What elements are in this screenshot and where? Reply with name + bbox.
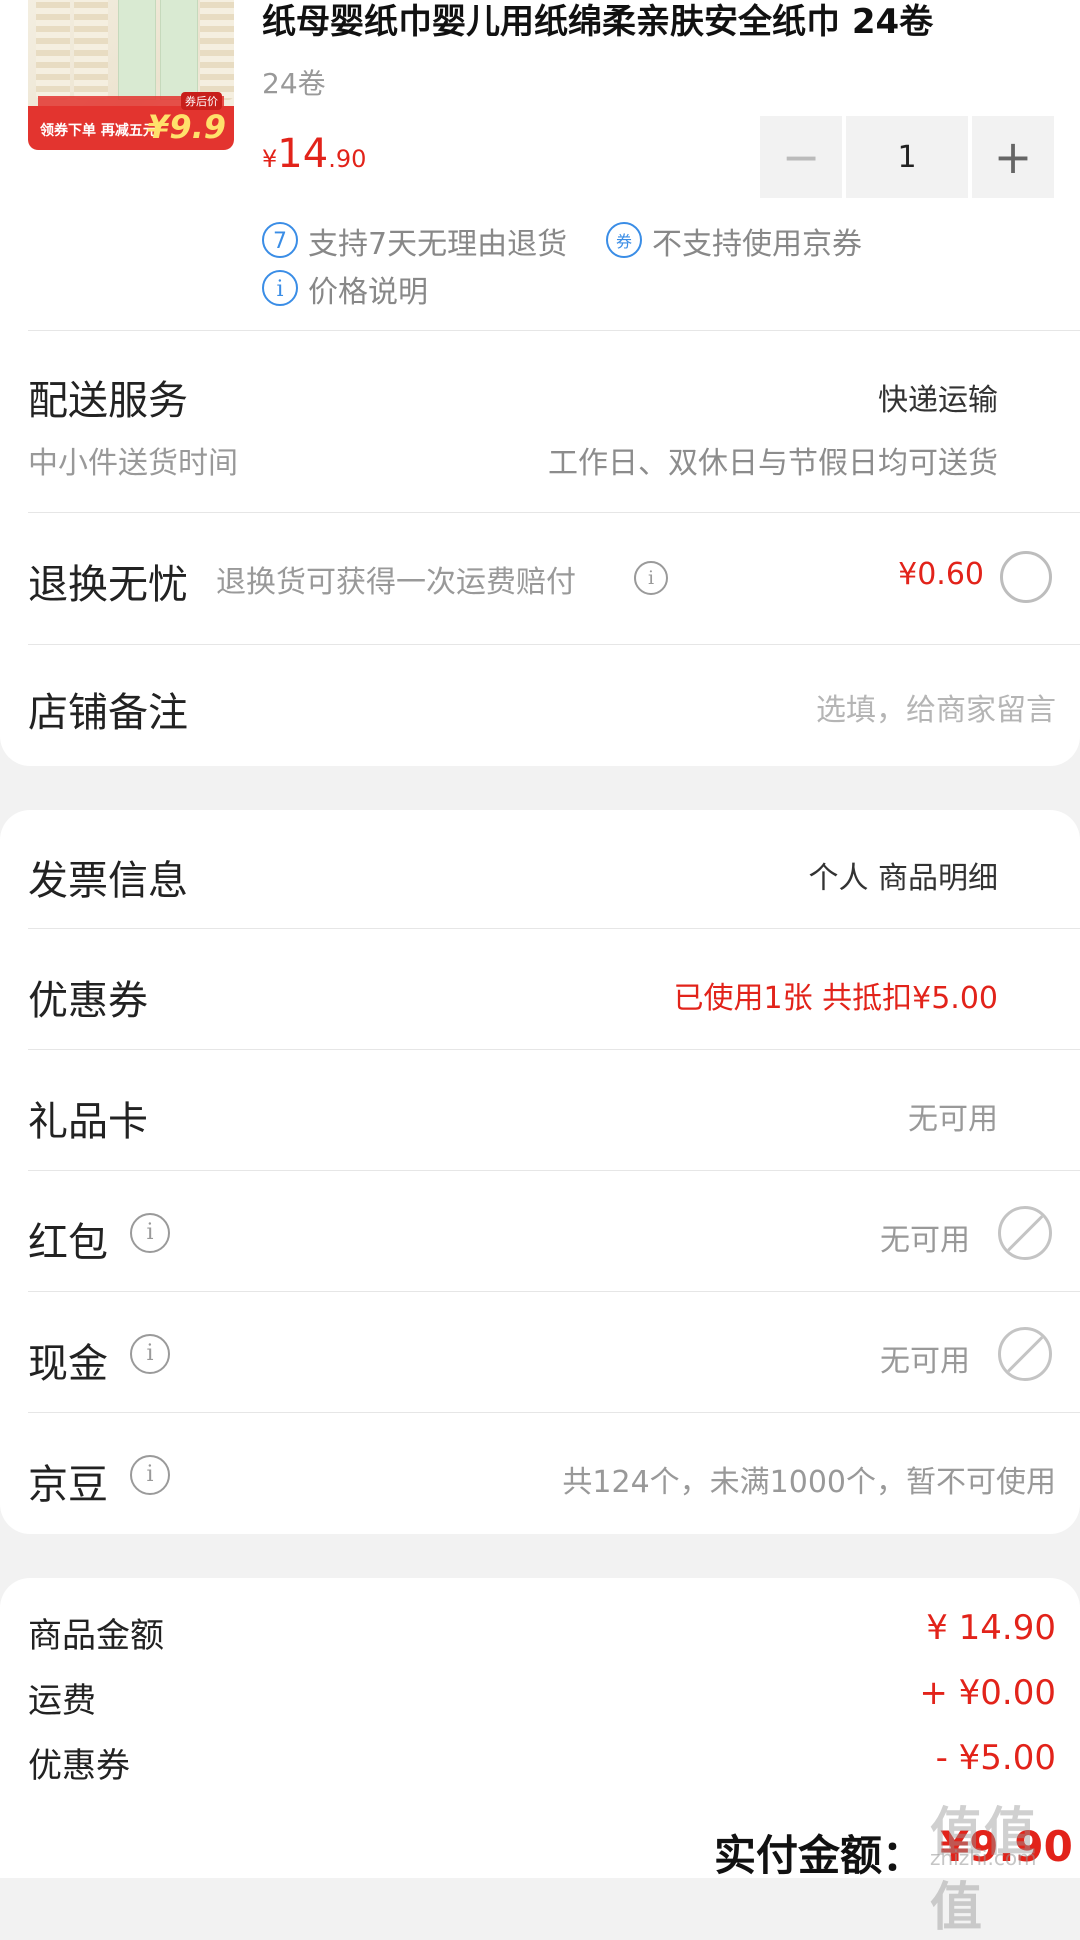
price-info-icon[interactable]: i [262, 270, 298, 306]
coupon-label: 优惠券 [28, 978, 148, 1024]
site-watermark-url: zhizhi.com [930, 1846, 1037, 1870]
divider [28, 644, 1080, 645]
jingdou-value: 共124个，未满1000个，暂不可使用 [562, 1465, 1056, 1500]
cash-label: 现金 [28, 1341, 108, 1387]
order-card-payment-options [0, 810, 1080, 1534]
divider [28, 512, 1080, 513]
tissue-roll-graphic [36, 0, 70, 100]
cash-disabled-icon [998, 1327, 1052, 1381]
price-currency: ¥ [262, 145, 278, 173]
price-info-link[interactable]: 价格说明 [308, 267, 428, 311]
image-badge-price: ¥9.9 [147, 108, 226, 146]
divider [28, 928, 1080, 929]
red-packet-info-icon[interactable]: i [130, 1213, 170, 1253]
no-coupon-text: 不支持使用京券 [652, 227, 862, 262]
product-title: 纸母婴纸巾婴儿用纸绵柔亲肤安全纸巾 24卷 [262, 2, 934, 42]
delivery-label: 配送服务 [28, 378, 188, 424]
gift-card-label: 礼品卡 [28, 1099, 148, 1145]
store-note-label: 店铺备注 [28, 690, 188, 736]
jingdou-label: 京豆 [28, 1462, 108, 1508]
jingdou-info-icon[interactable]: i [130, 1455, 170, 1495]
return-insurance-desc: 退换货可获得一次运费赔付 [216, 565, 576, 600]
order-card-product: 领券下单 再减五元 券后价 ¥9.9 纸母婴纸巾婴儿用纸绵柔亲肤安全纸巾 24卷… [0, 0, 1080, 766]
divider [28, 1291, 1080, 1292]
total-paid-label: 实付金额： [714, 1831, 925, 1880]
tissue-roll-graphic [200, 0, 234, 100]
store-note-input[interactable]: 选填，给商家留言 [816, 685, 1056, 729]
tissue-pack-graphic [118, 0, 156, 100]
quantity-plus-button[interactable]: + [972, 116, 1054, 198]
quantity-input[interactable]: 1 [846, 116, 968, 198]
delivery-time-label: 中小件送货时间 [28, 446, 238, 481]
quantity-stepper: − 1 + [760, 116, 1054, 198]
delivery-value[interactable]: 快递运输 [878, 375, 998, 419]
delivery-time-value: 工作日、双休日与节假日均可送货 [548, 446, 998, 481]
goods-amount-value: ¥ 14.90 [926, 1608, 1056, 1648]
goods-amount-label: 商品金额 [28, 1616, 164, 1656]
cash-info-icon[interactable]: i [130, 1334, 170, 1374]
divider [28, 1170, 1080, 1171]
product-price: ¥14.90 [262, 131, 366, 177]
invoice-value[interactable]: 个人 商品明细 [808, 853, 998, 897]
invoice-label: 发票信息 [28, 858, 188, 904]
coupon-value[interactable]: 已使用1张 共抵扣¥5.00 [673, 973, 998, 1017]
quantity-minus-button[interactable]: − [760, 116, 842, 198]
price-integer: 14 [277, 131, 329, 177]
return-insurance-price: ¥0.60 [898, 557, 984, 592]
gift-card-value[interactable]: 无可用 [908, 1094, 998, 1138]
red-packet-disabled-icon [998, 1206, 1052, 1260]
return-insurance-label: 退换无忧 [28, 562, 188, 608]
red-packet-value: 无可用 [880, 1223, 970, 1258]
divider [28, 330, 1080, 331]
divider [28, 1412, 1080, 1413]
price-decimal: .90 [328, 145, 367, 173]
image-promo-text: 领券下单 再减五元 [40, 123, 157, 139]
seven-day-return-icon: 7 [262, 222, 298, 258]
red-packet-label: 红包 [28, 1220, 108, 1266]
shipping-fee-label: 运费 [28, 1681, 96, 1721]
product-spec: 24卷 [262, 67, 326, 100]
seven-day-return-text: 支持7天无理由退货 [308, 227, 568, 262]
tissue-pack-graphic [160, 0, 198, 100]
divider [28, 1049, 1080, 1050]
summary-coupon-value: - ¥5.00 [935, 1738, 1056, 1778]
product-image[interactable]: 领券下单 再减五元 券后价 ¥9.9 [28, 0, 234, 150]
summary-coupon-label: 优惠券 [28, 1746, 130, 1786]
return-insurance-info-icon[interactable]: i [634, 561, 668, 595]
cash-value: 无可用 [880, 1344, 970, 1379]
tissue-roll-graphic [74, 0, 108, 100]
return-insurance-radio[interactable] [1000, 551, 1052, 603]
no-coupon-icon: 券 [606, 222, 642, 258]
shipping-fee-value: + ¥0.00 [919, 1673, 1056, 1713]
